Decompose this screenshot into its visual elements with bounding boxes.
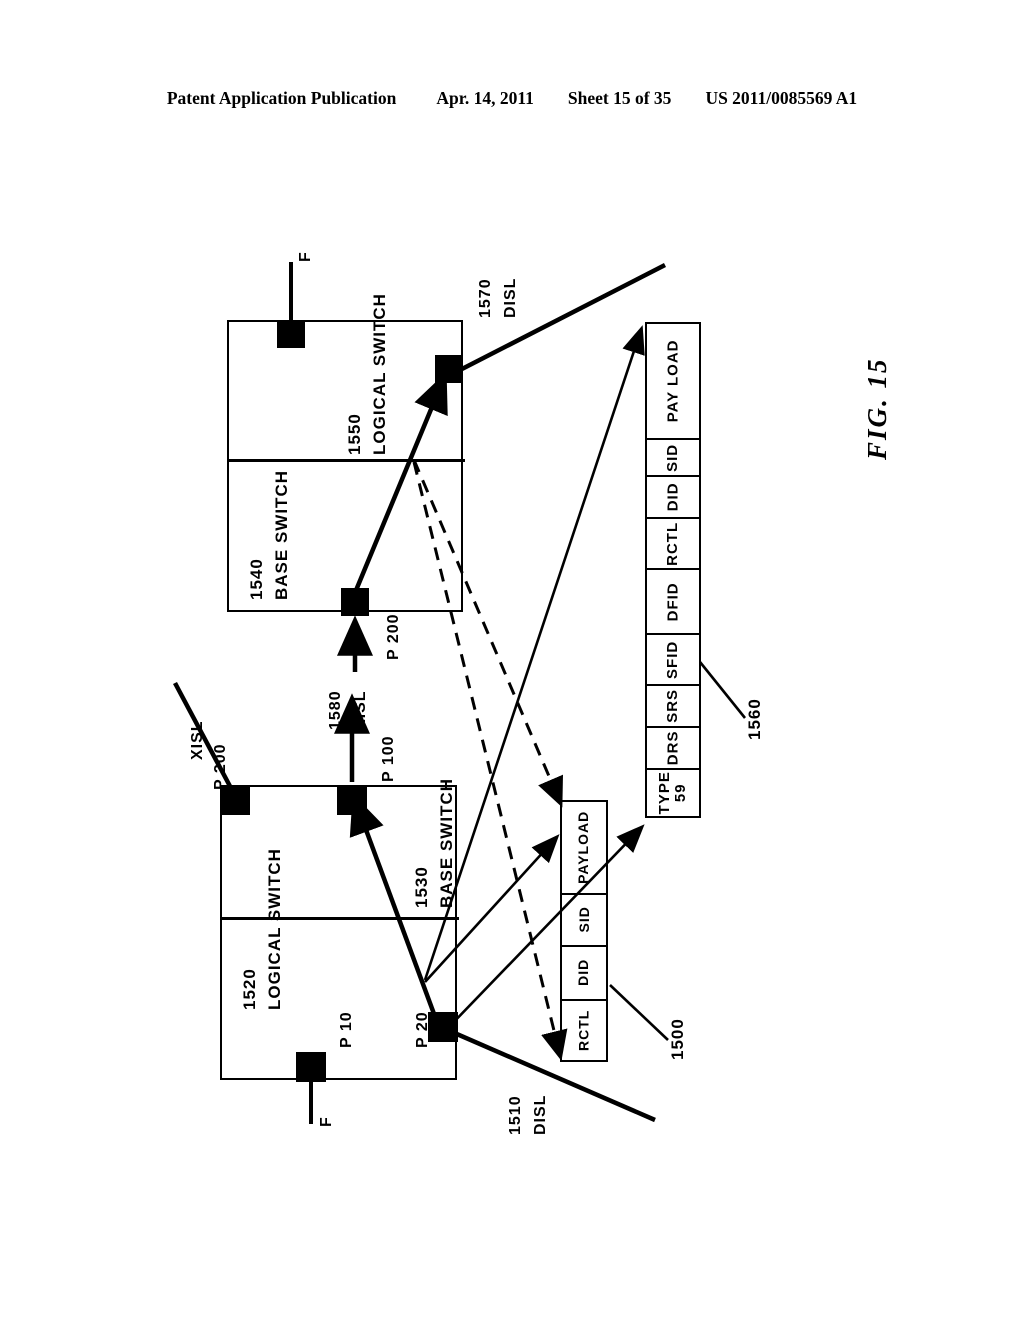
bottom-chassis-port-p20[interactable] [428,1012,458,1042]
frame-field-label: SID [664,443,682,472]
frame-field-label: PAY LOAD [664,339,682,423]
bottom-chassis-base-switch-label: BASE SWITCH [437,778,456,908]
top-chassis-base-switch-ref: 1540 [247,558,266,600]
frame-field: PAYLOAD [562,802,606,895]
frame-field: TYPE 59 [647,770,699,816]
figure-label: FIG. 15 [862,357,892,460]
leader-1500 [609,984,669,1041]
frame-field: SID [647,440,699,478]
frame-1500: RCTL DID SID PAYLOAD [560,800,608,1062]
leader-1560 [698,661,747,719]
frame-1560-ref: 1560 [745,698,764,740]
frame-field-label: TYPE 59 [656,771,689,815]
bottom-chassis-port-p10-label: P 10 [338,1011,355,1048]
bottom-chassis-port-f-stem [309,1082,313,1124]
top-chassis-port-p200[interactable] [341,588,369,616]
frame-1560: TYPE 59 DRS SRS SFID DFID RCTL DID SID PAY LOAD [645,322,701,818]
frame-field-label: DFID [664,582,682,622]
bottom-chassis-port-p100[interactable] [337,785,367,815]
frame-field: SID [562,895,606,947]
frame-field-label: SFID [664,640,682,679]
disl-bottom-ref: 1510 [507,1095,524,1135]
bottom-chassis-port-p100-label: P 100 [380,735,397,782]
frame-1500-ref: 1500 [668,1018,687,1060]
frame-field: DID [647,477,699,519]
bottom-chassis-logical-switch-ref: 1520 [240,968,259,1010]
bottom-chassis-base-switch-ref: 1530 [412,866,431,908]
top-chassis-port-f-stem [289,262,293,320]
top-chassis-base-switch-label: BASE SWITCH [272,470,291,600]
bottom-chassis-port-p200-label: P 200 [212,743,229,790]
xisl-port-ref: 1580 [327,690,344,730]
disl-bottom-label: DISL [532,1094,549,1135]
xisl-top-label: XISL [189,720,206,760]
top-chassis-port-f[interactable] [277,320,305,348]
top-chassis-port-f-label: F [297,251,314,262]
bottom-chassis-port-p20-label: P 20 [414,1011,431,1048]
disl-top-ref: 1570 [477,278,494,318]
frame-field-label: DID [575,959,592,987]
frame-field: PAY LOAD [647,324,699,441]
frame-field: DID [562,947,606,1001]
bottom-chassis-port-f-label: F [318,1116,335,1127]
disl-top-label: DISL [502,277,519,318]
frame-field-label: RCTL [575,1009,592,1051]
top-chassis-port-p200-label: P 200 [385,613,402,660]
frame-field: SFID [647,635,699,687]
bottom-chassis-logical-switch-label: LOGICAL SWITCH [265,848,284,1010]
frame-field: DFID [647,570,699,636]
top-chassis-port-disl[interactable] [435,355,463,383]
frame-field-label: DID [664,482,682,512]
frame-field: DRS [647,728,699,770]
frame-field-label: PAYLOAD [575,810,592,885]
top-chassis-divider [229,459,465,462]
bottom-chassis-port-f[interactable] [296,1052,326,1082]
frame-field: RCTL [647,519,699,571]
top-chassis-logical-switch-label: LOGICAL SWITCH [370,293,389,455]
figure-diagram: FIG. 15 1540 BASE SWITCH 1550 LOGICAL SW… [0,0,1024,1320]
top-chassis-logical-switch-ref: 1550 [345,413,364,455]
arrow-p20-to-frame1560 [447,824,645,1029]
xisl-port-label: XISL [352,690,369,730]
bottom-chassis-divider [222,917,459,920]
frame-field-label: SRS [664,689,682,723]
frame-field-label: SID [575,906,592,933]
frame-field-label: DRS [664,730,682,766]
frame-field: SRS [647,686,699,728]
frame-field-label: RCTL [664,521,682,566]
frame-field: RCTL [562,1001,606,1060]
